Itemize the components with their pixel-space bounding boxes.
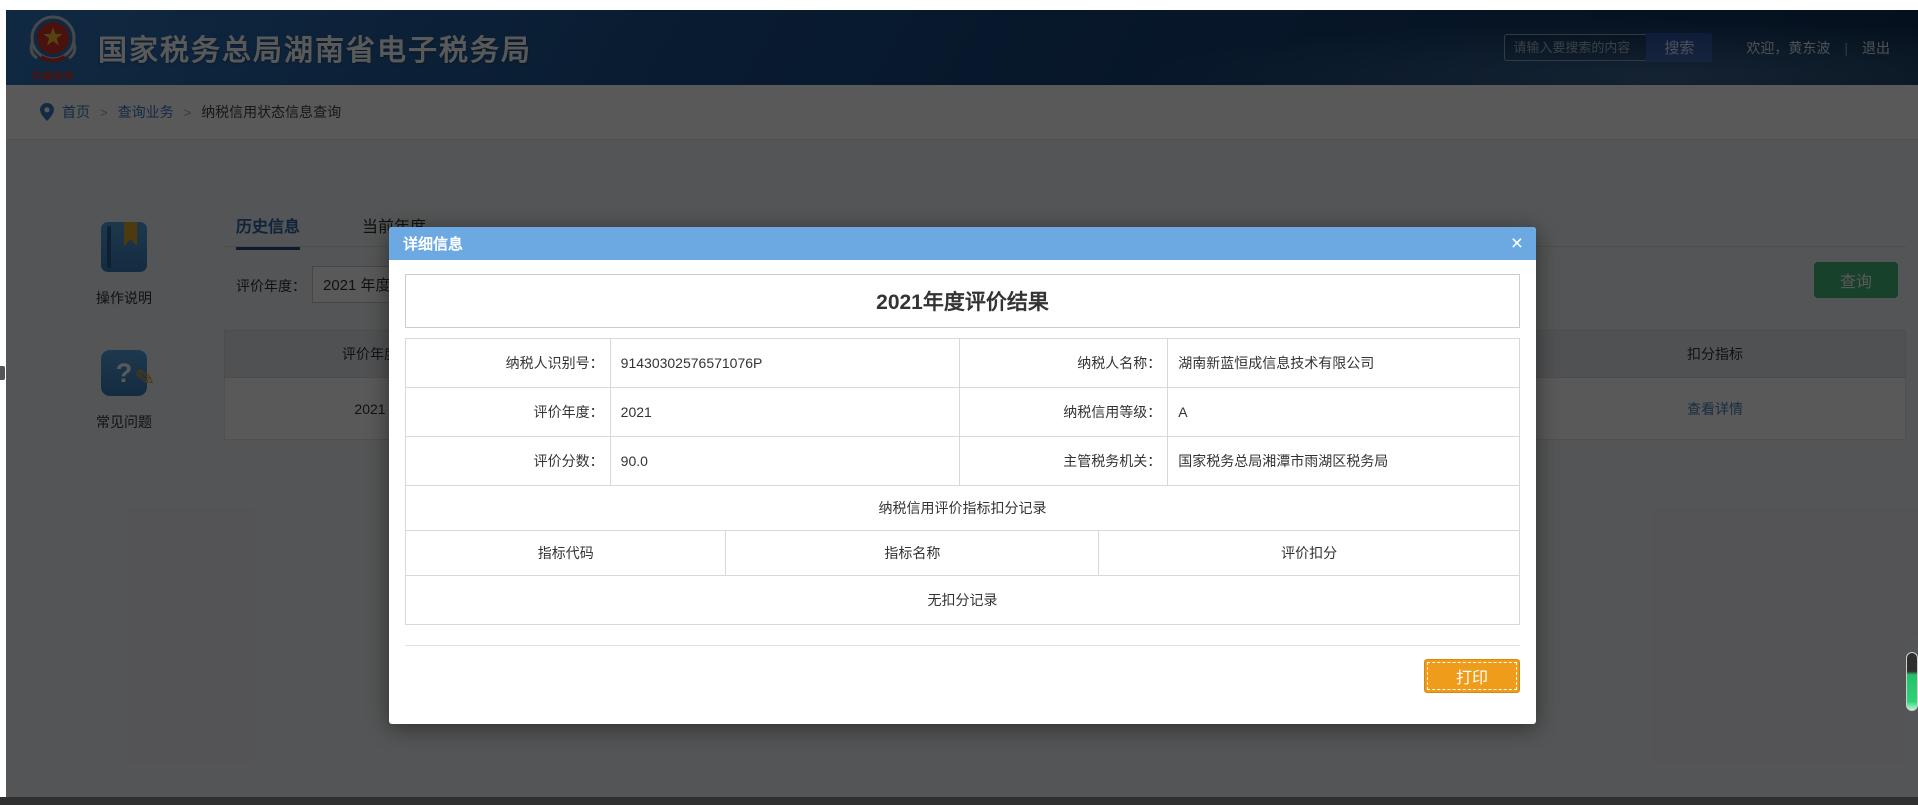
field-label: 评价分数： (406, 437, 610, 485)
taxpayer-id-value: 91430302576571076P (610, 339, 959, 387)
modal-footer: 打印 (405, 645, 1520, 693)
result-title: 2021年度评价结果 (405, 274, 1520, 328)
field-label: 纳税人名称： (959, 339, 1167, 387)
deduction-col-score: 评价扣分 (1098, 531, 1519, 575)
table-row: 纳税人识别号： 91430302576571076P 纳税人名称： 湖南新蓝恒成… (406, 339, 1519, 387)
close-icon[interactable]: × (1498, 233, 1536, 254)
modal-body: 2021年度评价结果 纳税人识别号： 91430302576571076P 纳税… (389, 260, 1536, 693)
deduction-section-title: 纳税信用评价指标扣分记录 (406, 486, 1519, 530)
print-button[interactable]: 打印 (1424, 659, 1520, 693)
field-label: 纳税人识别号： (406, 339, 610, 387)
window-bottom-edge (0, 797, 1918, 805)
table-row: 评价年度： 2021 纳税信用等级： A (406, 387, 1519, 436)
field-label: 纳税信用等级： (959, 388, 1167, 436)
window-top-edge (0, 0, 1918, 10)
scroll-indicator[interactable] (1906, 652, 1918, 711)
left-edge-mark (0, 366, 5, 380)
table-row: 评价分数： 90.0 主管税务机关： 国家税务总局湘潭市雨湖区税务局 (406, 436, 1519, 485)
evaluation-table: 纳税人识别号： 91430302576571076P 纳税人名称： 湖南新蓝恒成… (405, 338, 1520, 625)
tax-authority-value: 国家税务总局湘潭市雨湖区税务局 (1167, 437, 1519, 485)
empty-record-row: 无扣分记录 (406, 575, 1519, 624)
modal-title: 详细信息 (389, 233, 463, 254)
field-label: 主管税务机关： (959, 437, 1167, 485)
field-label: 评价年度： (406, 388, 610, 436)
score-value: 90.0 (610, 437, 959, 485)
detail-modal: 详细信息 × 2021年度评价结果 纳税人识别号： 91430302576571… (389, 227, 1536, 724)
no-deduction-text: 无扣分记录 (406, 576, 1519, 624)
deduction-col-code: 指标代码 (406, 531, 725, 575)
deduction-header-row: 指标代码 指标名称 评价扣分 (406, 530, 1519, 575)
screen: 中国税务 国家税务总局湖南省电子税务局 搜索 欢迎，黄东波 | 退出 (0, 0, 1918, 805)
deduction-col-name: 指标名称 (725, 531, 1098, 575)
modal-title-bar: 详细信息 × (389, 227, 1536, 260)
credit-rating-value: A (1167, 388, 1519, 436)
taxpayer-name-value: 湖南新蓝恒成信息技术有限公司 (1167, 339, 1519, 387)
window-left-edge (0, 0, 6, 805)
section-title-row: 纳税信用评价指标扣分记录 (406, 485, 1519, 530)
evaluation-year-value: 2021 (610, 388, 959, 436)
